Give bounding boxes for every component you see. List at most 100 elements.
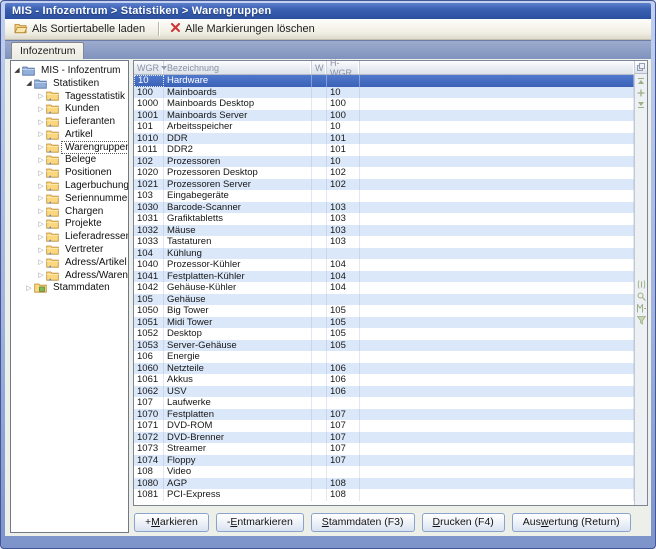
tree-item[interactable]: ◢ Statistiken (11, 77, 128, 90)
table-row[interactable]: 103 Eingabegeräte (134, 190, 634, 202)
table-row[interactable]: 1040 Prozessor-Kühler 104 (134, 259, 634, 271)
tree-item[interactable]: ▷ Projekte (11, 218, 128, 231)
table-row[interactable]: 1021 Prozessoren Server 102 (134, 179, 634, 191)
tree-expander-icon[interactable]: ▷ (24, 283, 34, 293)
tree-expander-icon[interactable]: ▷ (36, 168, 46, 178)
table-row[interactable]: 1050 Big Tower 105 (134, 305, 634, 317)
tree-expander-icon[interactable]: ▷ (36, 117, 46, 127)
tree-expander-icon[interactable]: ◢ (12, 65, 22, 75)
table-row[interactable]: 1042 Gehäuse-Kühler 104 (134, 282, 634, 294)
tree-expander-icon[interactable]: ▷ (36, 155, 46, 165)
tree-item[interactable]: ▷ Artikel (11, 128, 128, 141)
tree-item[interactable]: ▷ Adress/Warengruppen (11, 269, 128, 282)
unmark-button[interactable]: - Entmarkieren (216, 513, 304, 532)
table-row[interactable]: 1001 Mainboards Server 100 (134, 110, 634, 122)
table-row[interactable]: 1073 Streamer 107 (134, 443, 634, 455)
table-row[interactable]: 1074 Floppy 107 (134, 455, 634, 467)
tree-expander-icon[interactable]: ▷ (36, 104, 46, 114)
tree-item[interactable]: ▷ Lieferadressen (11, 230, 128, 243)
table-row[interactable]: 1062 USV 106 (134, 386, 634, 398)
tree-expander-icon[interactable]: ◢ (24, 78, 34, 88)
tree-expander-icon[interactable]: ▷ (36, 91, 46, 101)
tree-expander-icon[interactable]: ▷ (36, 142, 46, 152)
cell-bezeichnung: Netzteile (164, 363, 312, 375)
tree-item[interactable]: ▷ Tagesstatistik (11, 90, 128, 103)
tree-item[interactable]: ▷ Vertreter (11, 243, 128, 256)
mark-button[interactable]: + Markieren (134, 513, 209, 532)
load-as-sort-table-button[interactable]: Als Sortiertabelle laden (9, 20, 152, 39)
column-header-hwgr[interactable]: H-WGR (327, 61, 360, 74)
tree-item[interactable]: ▷ Lagerbuchungen (11, 179, 128, 192)
table-row[interactable]: 1053 Server-Gehäuse 105 (134, 340, 634, 352)
tree-item[interactable]: ◢ MIS - Infozentrum (11, 64, 128, 77)
table-row[interactable]: 1030 Barcode-Scanner 103 (134, 202, 634, 214)
cell-bezeichnung: Festplatten-Kühler (164, 271, 312, 283)
scroll-bottom-icon[interactable] (636, 100, 647, 110)
auswertung-button[interactable]: Auswertung (Return) (512, 513, 631, 532)
table-row[interactable]: 1020 Prozessoren Desktop 102 (134, 167, 634, 179)
folder-yellow-icon (46, 142, 61, 153)
table-row[interactable]: 1060 Netzteile 106 (134, 363, 634, 375)
table-row[interactable]: 1031 Grafiktabletts 103 (134, 213, 634, 225)
table-row[interactable]: 100 Mainboards 10 (134, 87, 634, 99)
tree-expander-icon[interactable]: ▷ (36, 270, 46, 280)
table-row[interactable]: 1032 Mäuse 103 (134, 225, 634, 237)
table-row[interactable]: 1070 Festplatten 107 (134, 409, 634, 421)
table-row[interactable]: 1080 AGP 108 (134, 478, 634, 490)
red-x-icon (170, 22, 181, 36)
cell-bezeichnung: Tastaturen (164, 236, 312, 248)
tree-expander-icon[interactable]: ▷ (36, 219, 46, 229)
table-row[interactable]: 1000 Mainboards Desktop 100 (134, 98, 634, 110)
tree-expander-icon[interactable]: ▷ (36, 206, 46, 216)
clear-all-marks-button[interactable]: Alle Markierungen löschen (165, 20, 322, 38)
table-row[interactable]: 101 Arbeitsspeicher 10 (134, 121, 634, 133)
table-row[interactable]: 10 Hardware (134, 75, 634, 87)
scroll-top-icon[interactable] (636, 76, 647, 86)
tree-expander-icon[interactable]: ▷ (36, 245, 46, 255)
drucken-button[interactable]: Drucken (F4) (422, 513, 505, 532)
table-row[interactable]: 107 Laufwerke (134, 397, 634, 409)
table-row[interactable]: 1011 DDR2 101 (134, 144, 634, 156)
table-row[interactable]: 105 Gehäuse (134, 294, 634, 306)
tree-expander-icon[interactable]: ▷ (36, 181, 46, 191)
table-row[interactable]: 108 Video (134, 466, 634, 478)
table-row[interactable]: 1051 Midi Tower 105 (134, 317, 634, 329)
tree-item[interactable]: ▷ Chargen (11, 205, 128, 218)
table-row[interactable]: 102 Prozessoren 10 (134, 156, 634, 168)
table-row[interactable]: 1072 DVD-Brenner 107 (134, 432, 634, 444)
tree-expander-icon[interactable]: ▷ (36, 193, 46, 203)
tree-expander-icon[interactable]: ▷ (36, 257, 46, 267)
tree-item-label: Kunden (61, 102, 103, 115)
tree-item[interactable]: ▷ Lieferanten (11, 115, 128, 128)
plus-icon[interactable] (636, 88, 647, 98)
tree-item[interactable]: ▷ Positionen (11, 166, 128, 179)
column-header-bezeichnung[interactable]: Bezeichnung (164, 61, 312, 74)
table-row[interactable]: 1061 Akkus 106 (134, 374, 634, 386)
column-header-w[interactable]: W (312, 61, 327, 74)
table-row[interactable]: 1052 Desktop 105 (134, 328, 634, 340)
stammdaten-button[interactable]: Stammdaten (F3) (311, 513, 415, 532)
table-row[interactable]: 1033 Tastaturen 103 (134, 236, 634, 248)
tree-item[interactable]: ▷ Belege (11, 154, 128, 167)
table-row[interactable]: 1071 DVD-ROM 107 (134, 420, 634, 432)
table-row[interactable]: 1010 DDR 101 (134, 133, 634, 145)
table-row[interactable]: 106 Energie (134, 351, 634, 363)
table-row[interactable]: 1041 Festplatten-Kühler 104 (134, 271, 634, 283)
filter-icon[interactable] (636, 315, 647, 325)
folder-yellow-icon (46, 154, 61, 165)
table-row[interactable]: 104 Kühlung (134, 248, 634, 260)
tree-item[interactable]: ▷ Adress/Artikel (11, 256, 128, 269)
info-icon[interactable] (636, 279, 647, 289)
column-header-wgr[interactable]: WGR (134, 61, 164, 74)
tab-infozentrum[interactable]: Infozentrum (11, 42, 84, 59)
marker-icon[interactable] (636, 303, 647, 313)
tree-item[interactable]: ▷ Seriennummern (11, 192, 128, 205)
search-icon[interactable] (636, 291, 647, 301)
table-row[interactable]: 1081 PCI-Express 108 (134, 489, 634, 501)
tree-item[interactable]: ▷ Stammdaten (11, 282, 128, 295)
column-chooser-icon[interactable] (635, 61, 647, 74)
tree-expander-icon[interactable]: ▷ (36, 232, 46, 242)
tree-item[interactable]: ▷ Warengruppen (11, 141, 128, 154)
tree-item[interactable]: ▷ Kunden (11, 102, 128, 115)
tree-expander-icon[interactable]: ▷ (36, 129, 46, 139)
